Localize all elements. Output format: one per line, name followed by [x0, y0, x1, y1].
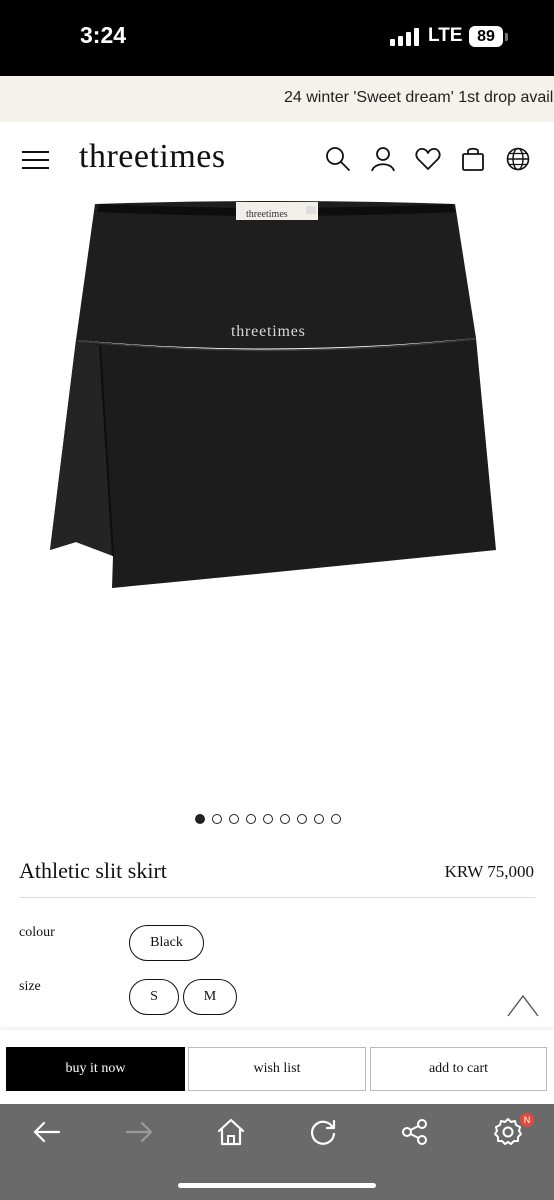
carousel-dot[interactable]	[331, 814, 341, 824]
product-title: Athletic slit skirt	[19, 858, 167, 883]
search-icon[interactable]	[325, 146, 351, 172]
product-image[interactable]: threetimes threetimes	[0, 198, 554, 798]
bag-icon[interactable]	[460, 146, 486, 172]
site-header: threetimes	[0, 122, 554, 198]
colour-label: colour	[19, 925, 55, 940]
size-label: size	[19, 979, 41, 994]
skirt-illustration: threetimes threetimes	[50, 201, 496, 588]
carousel-dot[interactable]	[280, 814, 290, 824]
purchase-action-bar: buy it now wish list add to cart	[0, 1030, 554, 1104]
garment-label-text: threetimes	[246, 209, 288, 220]
globe-icon[interactable]	[505, 146, 531, 172]
carousel-dot[interactable]	[297, 814, 307, 824]
carousel-dot[interactable]	[212, 814, 222, 824]
announcement-text: 24 winter 'Sweet dream' 1st drop availa	[284, 89, 554, 106]
size-option-s[interactable]: S	[129, 979, 179, 1015]
add-to-cart-button[interactable]: add to cart	[370, 1047, 547, 1091]
menu-icon[interactable]	[22, 151, 49, 169]
product-price: KRW 75,000	[444, 862, 534, 881]
colour-option-black[interactable]: Black	[129, 925, 204, 961]
home-indicator	[178, 1183, 376, 1188]
network-type: LTE	[428, 25, 463, 46]
wish-list-button[interactable]: wish list	[188, 1047, 366, 1091]
image-carousel-dots	[195, 814, 341, 826]
back-arrow-icon[interactable]	[31, 1116, 63, 1148]
carousel-dot[interactable]	[314, 814, 324, 824]
divider	[19, 897, 535, 898]
settings-notification-badge: N	[520, 1113, 534, 1127]
forward-arrow-icon[interactable]	[123, 1116, 155, 1148]
status-bar: 3:24 LTE 89	[0, 0, 554, 76]
signal-icon	[390, 28, 420, 46]
reload-icon[interactable]	[307, 1116, 339, 1148]
carousel-dot[interactable]	[229, 814, 239, 824]
buy-now-button[interactable]: buy it now	[6, 1047, 185, 1091]
battery-icon: 89	[469, 26, 503, 47]
site-logo[interactable]: threetimes	[79, 138, 226, 176]
share-icon[interactable]	[399, 1116, 431, 1148]
carousel-dot[interactable]	[263, 814, 273, 824]
status-time: 3:24	[80, 22, 127, 48]
scroll-to-top-icon[interactable]	[506, 992, 540, 1020]
size-option-m[interactable]: M	[183, 979, 237, 1015]
home-icon[interactable]	[215, 1116, 247, 1148]
battery-tip	[505, 33, 508, 41]
announcement-banner[interactable]: 24 winter 'Sweet dream' 1st drop availa	[0, 76, 554, 122]
user-icon[interactable]	[370, 146, 396, 172]
carousel-dot[interactable]	[195, 814, 205, 824]
carousel-dot[interactable]	[246, 814, 256, 824]
skirt-print-text: threetimes	[231, 323, 306, 340]
heart-icon[interactable]	[415, 146, 441, 172]
